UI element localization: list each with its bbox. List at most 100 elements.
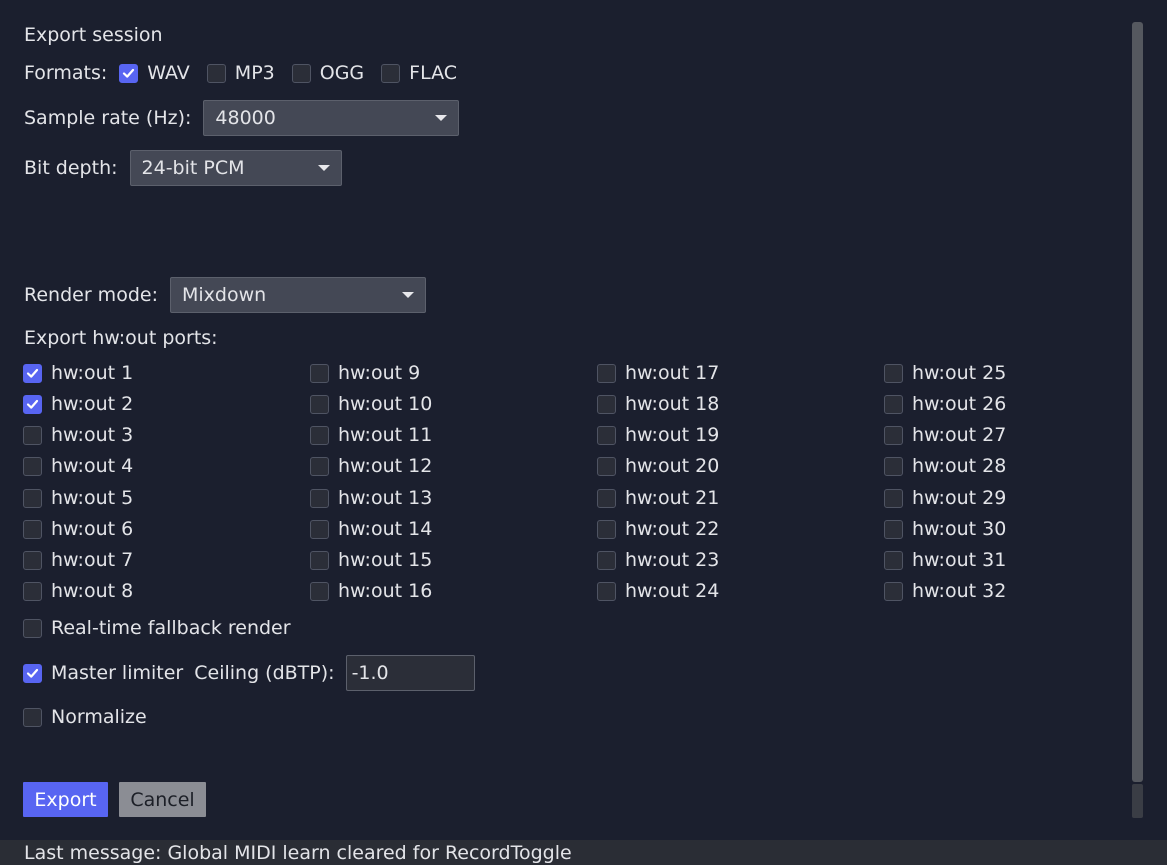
port-option[interactable]: hw:out 2 — [23, 393, 133, 415]
port-checkbox[interactable] — [597, 519, 616, 539]
format-option-flac[interactable]: FLAC — [381, 62, 457, 84]
port-checkbox[interactable] — [597, 550, 616, 570]
port-checkbox[interactable] — [597, 425, 616, 445]
format-option-mp3[interactable]: MP3 — [206, 62, 275, 84]
format-checkbox-mp3[interactable] — [206, 63, 226, 83]
normalize-checkbox[interactable] — [23, 707, 42, 727]
port-checkbox[interactable] — [310, 519, 329, 539]
port-option[interactable]: hw:out 15 — [310, 549, 432, 571]
port-checkbox[interactable] — [597, 363, 616, 383]
export-button[interactable]: Export — [23, 782, 108, 817]
formats-row: Formats: WAV MP3 OGG FLAC — [24, 62, 457, 84]
port-checkbox[interactable] — [23, 394, 42, 414]
port-label: hw:out 14 — [338, 518, 433, 540]
port-checkbox[interactable] — [884, 363, 903, 383]
port-checkbox[interactable] — [884, 488, 903, 508]
format-checkbox-ogg[interactable] — [291, 63, 311, 83]
port-option[interactable]: hw:out 1 — [23, 362, 133, 384]
port-checkbox[interactable] — [23, 550, 42, 570]
port-checkbox[interactable] — [884, 550, 903, 570]
sample-rate-select[interactable]: 48000 — [203, 100, 460, 136]
scrollbar-thumb[interactable] — [1132, 22, 1143, 782]
port-checkbox[interactable] — [884, 456, 903, 476]
bit-depth-select[interactable]: 24-bit PCM — [129, 150, 342, 186]
port-option[interactable]: hw:out 6 — [23, 518, 133, 540]
port-checkbox[interactable] — [597, 488, 616, 508]
port-option[interactable]: hw:out 16 — [310, 580, 432, 602]
port-checkbox[interactable] — [310, 550, 329, 570]
port-option[interactable]: hw:out 4 — [23, 455, 133, 477]
port-checkbox[interactable] — [884, 581, 903, 601]
port-option[interactable]: hw:out 3 — [23, 424, 133, 446]
port-option[interactable]: hw:out 29 — [884, 487, 1006, 509]
port-option[interactable]: hw:out 26 — [884, 393, 1006, 415]
port-option[interactable]: hw:out 30 — [884, 518, 1006, 540]
port-option[interactable]: hw:out 14 — [310, 518, 432, 540]
port-checkbox[interactable] — [23, 581, 42, 601]
port-checkbox[interactable] — [310, 425, 329, 445]
port-option[interactable]: hw:out 22 — [597, 518, 719, 540]
ceiling-input[interactable]: -1.0 — [345, 655, 475, 691]
port-option[interactable]: hw:out 21 — [597, 487, 719, 509]
port-checkbox[interactable] — [23, 519, 42, 539]
port-option[interactable]: hw:out 7 — [23, 549, 133, 571]
port-option[interactable]: hw:out 18 — [597, 393, 719, 415]
port-checkbox[interactable] — [597, 456, 616, 476]
port-option[interactable]: hw:out 31 — [884, 549, 1006, 571]
port-checkbox[interactable] — [310, 456, 329, 476]
cancel-button[interactable]: Cancel — [119, 782, 206, 817]
port-checkbox[interactable] — [310, 363, 329, 383]
port-checkbox[interactable] — [23, 425, 42, 445]
port-label: hw:out 6 — [51, 518, 134, 540]
port-option[interactable]: hw:out 24 — [597, 580, 719, 602]
port-option[interactable]: hw:out 9 — [310, 362, 420, 384]
port-option[interactable]: hw:out 11 — [310, 424, 432, 446]
port-option[interactable]: hw:out 8 — [23, 580, 133, 602]
render-mode-select[interactable]: Mixdown — [169, 277, 426, 313]
port-option[interactable]: hw:out 17 — [597, 362, 719, 384]
port-label: hw:out 31 — [912, 549, 1007, 571]
port-option[interactable]: hw:out 10 — [310, 393, 432, 415]
port-checkbox[interactable] — [597, 394, 616, 414]
format-checkbox-wav[interactable] — [119, 63, 139, 83]
master-limiter-checkbox[interactable] — [23, 663, 42, 683]
port-option[interactable]: hw:out 28 — [884, 455, 1006, 477]
port-checkbox[interactable] — [23, 456, 42, 476]
port-checkbox[interactable] — [597, 581, 616, 601]
port-label: hw:out 24 — [625, 580, 720, 602]
port-option[interactable]: hw:out 5 — [23, 487, 133, 509]
realtime-fallback-checkbox[interactable] — [23, 618, 42, 638]
normalize-option[interactable]: Normalize — [23, 706, 147, 728]
port-checkbox[interactable] — [310, 394, 329, 414]
port-option[interactable]: hw:out 27 — [884, 424, 1006, 446]
format-checkbox-flac[interactable] — [381, 63, 401, 83]
port-option[interactable]: hw:out 25 — [884, 362, 1006, 384]
realtime-fallback-option[interactable]: Real-time fallback render — [23, 617, 291, 639]
port-checkbox[interactable] — [310, 488, 329, 508]
port-checkbox[interactable] — [310, 581, 329, 601]
port-checkbox[interactable] — [884, 394, 903, 414]
port-checkbox[interactable] — [884, 519, 903, 539]
master-limiter-option[interactable]: Master limiter — [23, 662, 183, 684]
render-mode-value: Mixdown — [181, 284, 267, 306]
checkmark-icon — [26, 399, 39, 409]
format-option-ogg[interactable]: OGG — [291, 62, 364, 84]
port-checkbox[interactable] — [23, 363, 42, 383]
port-checkbox[interactable] — [23, 488, 42, 508]
port-option[interactable]: hw:out 13 — [310, 487, 432, 509]
port-option[interactable]: hw:out 12 — [310, 455, 432, 477]
chevron-down-icon — [317, 165, 330, 171]
chevron-down-icon — [401, 292, 414, 298]
port-option[interactable]: hw:out 23 — [597, 549, 719, 571]
scrollbar[interactable] — [1131, 22, 1144, 818]
format-option-wav[interactable]: WAV — [119, 62, 190, 84]
scrollbar-track-end — [1132, 784, 1143, 818]
port-option[interactable]: hw:out 19 — [597, 424, 719, 446]
port-checkbox[interactable] — [884, 425, 903, 445]
port-label: hw:out 17 — [625, 362, 720, 384]
port-label: hw:out 9 — [338, 362, 421, 384]
port-option[interactable]: hw:out 32 — [884, 580, 1006, 602]
sample-rate-row: Sample rate (Hz): 48000 — [24, 100, 460, 136]
format-label-wav: WAV — [147, 62, 190, 84]
port-option[interactable]: hw:out 20 — [597, 455, 719, 477]
